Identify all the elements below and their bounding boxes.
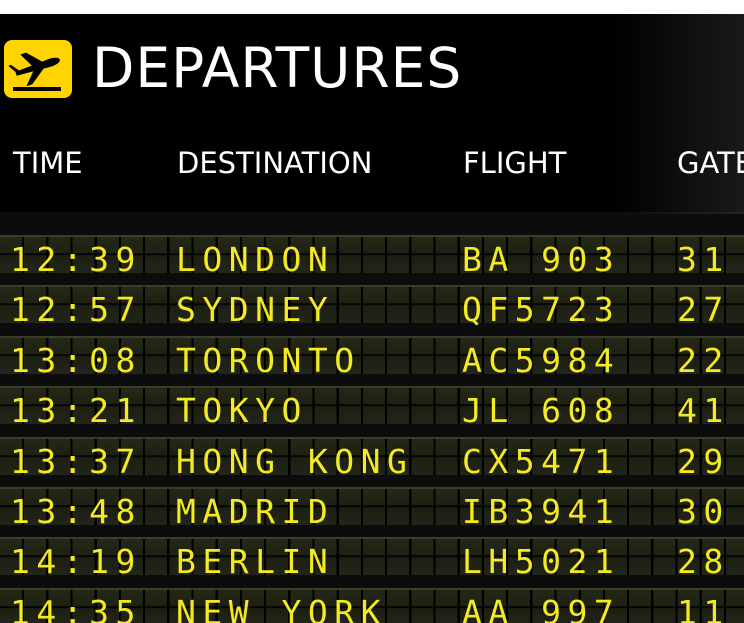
row-destination: MADRID bbox=[176, 492, 335, 531]
row-time: 13:08 bbox=[10, 341, 142, 380]
row-time: 14:35 bbox=[10, 593, 142, 623]
column-header-gate: GATE bbox=[677, 146, 744, 180]
flight-row: 14:19 BERLIN LH5021 28 bbox=[0, 530, 744, 581]
row-flight: LH5021 bbox=[462, 542, 621, 581]
row-destination: BERLIN bbox=[176, 542, 335, 581]
row-time: 12:57 bbox=[10, 290, 142, 329]
row-gate: 29 bbox=[677, 442, 730, 481]
row-destination: NEW YORK bbox=[176, 593, 387, 623]
flight-row: 13:37 HONG KONG CX5471 29 bbox=[0, 430, 744, 481]
flight-row: 12:57 SYDNEY QF5723 27 bbox=[0, 278, 744, 329]
row-time: 13:37 bbox=[10, 442, 142, 481]
row-flight: CX5471 bbox=[462, 442, 621, 481]
row-flight: QF5723 bbox=[462, 290, 621, 329]
row-time: 12:39 bbox=[10, 240, 142, 279]
row-gate: 28 bbox=[677, 542, 730, 581]
row-flight: JL 608 bbox=[462, 391, 621, 430]
flight-list: 12:39 LONDON BA 903 31 12:57 SYDNEY QF57… bbox=[0, 212, 744, 623]
row-gate: 41 bbox=[677, 391, 730, 430]
row-gate: 31 bbox=[677, 240, 730, 279]
flight-row: 12:39 LONDON BA 903 31 bbox=[0, 228, 744, 279]
row-gate: 11 bbox=[677, 593, 730, 623]
departures-board: DEPARTURES TIME DESTINATION FLIGHT GATE … bbox=[0, 14, 744, 623]
airplane-departure-icon bbox=[4, 40, 72, 98]
row-flight: IB3941 bbox=[462, 492, 621, 531]
flight-row: 13:48 MADRID IB3941 30 bbox=[0, 480, 744, 531]
flight-row: 13:21 TOKYO JL 608 41 bbox=[0, 379, 744, 430]
row-gate: 22 bbox=[677, 341, 730, 380]
row-flight: AA 997 bbox=[462, 593, 621, 623]
flight-row: 13:08 TORONTO AC5984 22 bbox=[0, 329, 744, 380]
column-header-flight: FLIGHT bbox=[463, 146, 567, 180]
row-destination: TORONTO bbox=[176, 341, 361, 380]
row-time: 14:19 bbox=[10, 542, 142, 581]
column-header-destination: DESTINATION bbox=[177, 146, 373, 180]
row-destination: LONDON bbox=[176, 240, 335, 279]
board-header: DEPARTURES TIME DESTINATION FLIGHT GATE bbox=[0, 14, 744, 214]
row-gate: 27 bbox=[677, 290, 730, 329]
row-time: 13:21 bbox=[10, 391, 142, 430]
row-time: 13:48 bbox=[10, 492, 142, 531]
row-flight: AC5984 bbox=[462, 341, 621, 380]
flight-row: 14:35 NEW YORK AA 997 11 bbox=[0, 581, 744, 623]
row-destination: HONG KONG bbox=[176, 442, 414, 481]
board-title: DEPARTURES bbox=[92, 36, 463, 100]
column-header-time: TIME bbox=[13, 146, 83, 180]
row-gate: 30 bbox=[677, 492, 730, 531]
row-destination: SYDNEY bbox=[176, 290, 335, 329]
row-destination: TOKYO bbox=[176, 391, 308, 430]
row-flight: BA 903 bbox=[462, 240, 621, 279]
